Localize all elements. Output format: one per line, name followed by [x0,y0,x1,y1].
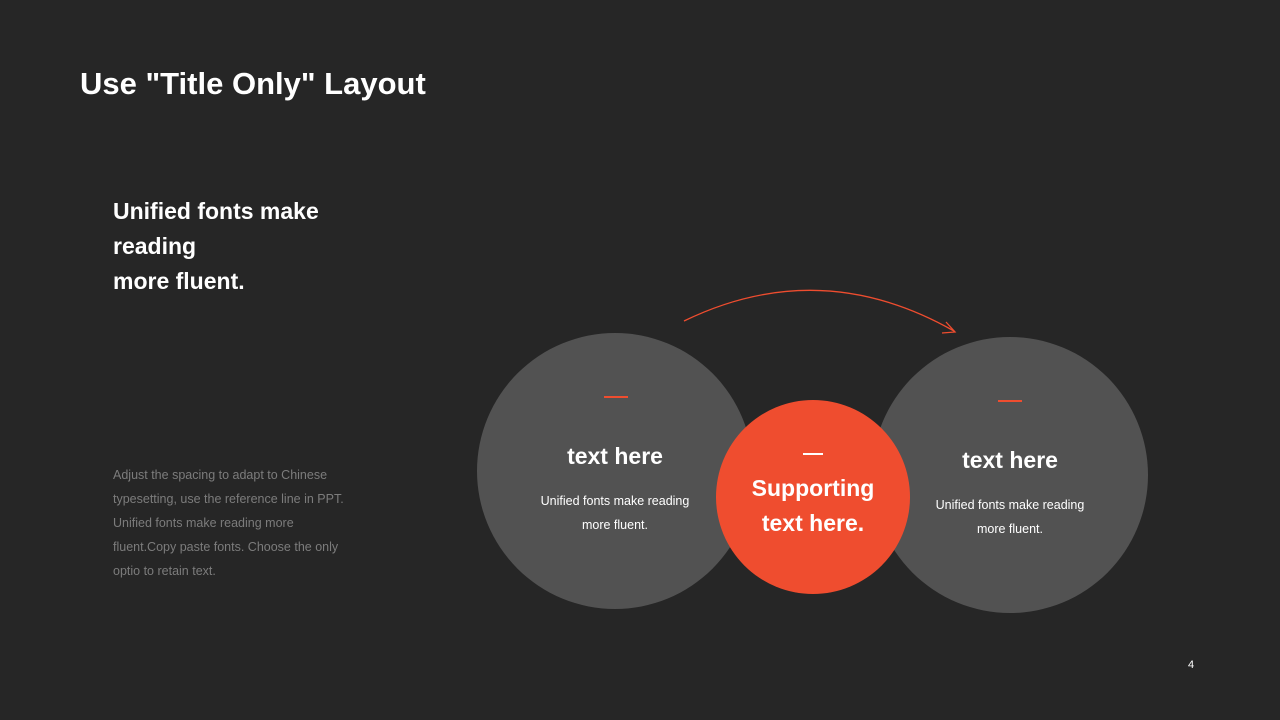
center-accent-dash [803,453,823,455]
right-circle-text: Unified fonts make reading more fluent. [890,493,1130,541]
right-circle-heading: text here [962,447,1058,473]
arrow-curve [683,289,955,332]
right-circle-text-line: more fluent. [976,522,1043,536]
center-circle-text: Supporting text here. [716,471,910,541]
left-accent-dash [604,396,628,398]
left-circle [477,333,753,609]
left-circle-heading: text here [567,443,663,469]
left-circle-text-line: Unified fonts make reading [540,494,690,508]
right-circle-text-line: Unified fonts make reading [935,498,1085,512]
center-circle-text-line: Supporting [751,475,875,501]
right-circle [872,337,1148,613]
center-circle-text-line: text here. [761,510,865,536]
right-accent-dash [998,400,1022,402]
left-circle-text: Unified fonts make reading more fluent. [495,489,735,537]
left-circle-text-line: more fluent. [581,518,648,532]
page-number: 4 [1188,659,1195,671]
